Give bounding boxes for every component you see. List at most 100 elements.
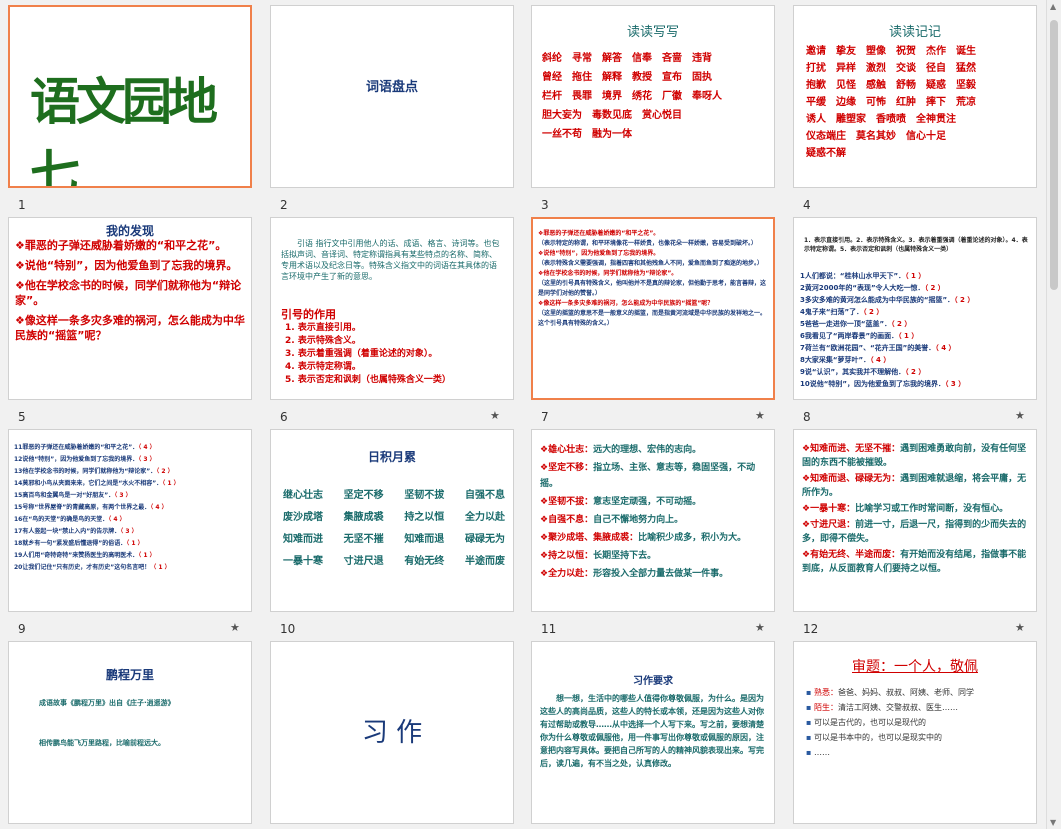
- idiom-cell: 坚定不移: [343, 490, 384, 501]
- slide-number: 7: [541, 410, 549, 424]
- slide-thumbnail-10[interactable]: 日积月累 继心壮志 坚定不移 坚韧不拔 自强不息 废沙成塔 集腋成裘 持之以恒 全力以赴 知难而…: [270, 429, 514, 612]
- idiom-row: 知难而进 无坚不摧 知难而退 碌碌无为: [283, 529, 505, 551]
- meaning-item: ❖知难而进、无坚不摧：遇到困难勇敢向前，没有任何坚固的东西不能被摧毁。: [802, 442, 1028, 470]
- example-sentence: ❖像这样一条多灾多难的祸河，怎么能成为中华民族的“摇篮”呢？: [538, 300, 714, 307]
- explanation-list: ❖罪恶的子弹还在威胁着娇嫩的“和平之花”。 （表示特定的称谓，和平环境像花一样娇…: [538, 229, 768, 329]
- exercise-answer: （ 4 ）: [935, 344, 956, 352]
- scrollbar-thumb[interactable]: [1050, 20, 1058, 290]
- bullet-icon: ❖: [802, 550, 811, 560]
- exercise-item: 2黄河2000年的“表现”令人大吃一惊．（ 2 ）: [800, 282, 1030, 294]
- exercise-answer: （ 4 ）: [138, 444, 156, 451]
- slide-thumbnail-14[interactable]: 习 作: [270, 641, 514, 824]
- exercise-text: 8大家采集“萝芽叶”．: [800, 356, 871, 364]
- meaning-item: ❖雄心壮志：远大的理想、宏伟的志向。: [540, 442, 766, 458]
- slide-sorter-grid: 语文园地七 1 词语盘点 2 读读写写 斜纶 寻常 解答 信奉 吝啬 违背 曾经…: [0, 0, 1046, 829]
- animation-star-icon[interactable]: ★: [1015, 621, 1025, 634]
- exercise-item: 10说他“特别”，因为他爱鱼到了忘我的境界．（ 3 ）: [800, 378, 1030, 390]
- slide-thumbnail-4[interactable]: 读读记记 邀请 挚友 塑像 祝贺 杰作 诞生 打扰 异样 激烈 交谈 径自 猛然…: [793, 5, 1037, 188]
- explanation: （表示特殊含义需要强调，指着四害和其他残鱼人不同，爱鱼而鱼到了痴迷的地步。）: [538, 260, 764, 267]
- scroll-down-arrow-icon[interactable]: ▼: [1050, 818, 1056, 827]
- animation-star-icon[interactable]: ★: [490, 409, 500, 422]
- slide-number: 4: [803, 198, 811, 212]
- finding-item: ❖像这样一条多灾多难的祸河，怎么能成为中华民族的“摇篮”呢？: [15, 314, 245, 342]
- slide-thumbnail-5[interactable]: 我的发现 ❖罪恶的子弹还威胁着娇嫩的“和平之花”。 ❖说他“特别”，因为他爱鱼到…: [8, 217, 252, 400]
- exercise-item: 5爸爸一走进你一顶“蓝盖”．（ 2 ）: [800, 318, 1030, 330]
- meaning-item: ❖聚沙成塔、集腋成裘：比喻积少成多，积小为大。: [540, 530, 766, 546]
- slide-thumbnail-12[interactable]: ❖知难而进、无坚不摧：遇到困难勇敢向前，没有任何坚固的东西不能被摧毁。 ❖知难而退…: [793, 429, 1037, 612]
- analysis-item: ▪ ……: [806, 746, 1028, 759]
- bullet-icon: ▪: [806, 733, 814, 742]
- bullet-icon: ❖: [802, 474, 811, 484]
- exercise-text: 15高百鸟和金翼鸟是一对“好朋友”．: [14, 492, 115, 499]
- exercise-item: 8大家采集“萝芽叶”．（ 4 ）: [800, 354, 1030, 366]
- word-line: 栏杆 畏罪 境界 绣花 厂徽 奉呀人: [542, 91, 722, 102]
- bullet-icon: ▪: [806, 688, 814, 697]
- slide-thumbnail-2[interactable]: 词语盘点: [270, 5, 514, 188]
- example-sentence: ❖说他“特别”，因为他爱鱼到了忘我的境界。: [538, 250, 660, 257]
- idiom-cell: 废沙成塔: [283, 512, 323, 523]
- idiom-term: 持之以恒：: [548, 551, 594, 561]
- animation-star-icon[interactable]: ★: [1015, 409, 1025, 422]
- animation-star-icon[interactable]: ★: [755, 621, 765, 634]
- animation-star-icon[interactable]: ★: [755, 409, 765, 422]
- explanation: （这里的引号具有特殊含义，他叫他并不是真的辩论家，但他勤于思考，能言善辩，这是同…: [538, 280, 767, 297]
- slide-thumbnail-15[interactable]: 习作要求 想一想，生活中的哪些人值得你尊敬佩服，为什么。是因为这些人的高尚品质，…: [531, 641, 775, 824]
- bullet-icon: ❖: [802, 444, 811, 454]
- slide-thumbnail-11[interactable]: ❖雄心壮志：远大的理想、宏伟的志向。 ❖坚定不移：指立场、主张、意志等，稳固坚强，…: [531, 429, 775, 612]
- idiom-term: 知难而退、碌碌无为：: [810, 474, 901, 484]
- slide-thumbnail-16[interactable]: 审题：一个人，敬佩 ▪ 熟悉：爸爸、妈妈、叔叔、阿姨、老师、同学 ▪ 陌生：清洁工…: [793, 641, 1037, 824]
- idiom-cell: 继心壮志: [283, 490, 323, 501]
- word-line: 诱人 雕塑家 香喷喷 全神贯注: [806, 114, 956, 125]
- animation-star-icon[interactable]: ★: [230, 621, 240, 634]
- exercise-answer: （ 4 ）: [870, 356, 891, 364]
- idiom-meaning-list: ❖知难而进、无坚不摧：遇到困难勇敢向前，没有任何坚固的东西不能被摧毁。 ❖知难而退…: [802, 442, 1028, 578]
- idiom-term: 聚沙成塔、集腋成裘：: [548, 533, 639, 543]
- slide-thumbnail-1[interactable]: 语文园地七: [8, 5, 252, 188]
- uses-list: 1. 表示直接引用。 2. 表示特殊含义。 3. 表示着重强调（着重论述的对象）…: [285, 322, 451, 387]
- bullet-icon: ❖: [802, 520, 811, 530]
- meaning-item: ❖一暴十寒：比喻学习或工作时常间断，没有恒心。: [802, 502, 1028, 516]
- idiom-meaning: 比喻学习或工作时常间断，没有恒心。: [855, 504, 1009, 514]
- scroll-up-arrow-icon[interactable]: ▲: [1050, 2, 1056, 11]
- slide-number: 3: [541, 198, 549, 212]
- exercise-text: 4鬼子来“扫荡”了．: [800, 308, 864, 316]
- idiom-cell: 坚韧不拔: [404, 490, 445, 501]
- exercise-answer: （ 4 ）: [150, 504, 168, 511]
- vertical-scrollbar[interactable]: ▲ ▼: [1046, 0, 1061, 829]
- slide-thumbnail-8[interactable]: 1．表示直接引用。2．表示特殊含义。3．表示着重强调（着重论述的对象）。4．表示…: [793, 217, 1037, 400]
- idiom-cell: 知难而退: [404, 534, 445, 545]
- exercise-answer: （ 2 ）: [954, 296, 975, 304]
- definition-paragraph: 引语 指行文中引用他人的话、成语、格言、诗词等。也包括拟声词、音译词、特定称谓指…: [281, 239, 500, 281]
- slide-thumbnail-13[interactable]: 鹏程万里 成语故事《鹏程万里》出自《庄子·逍遥游》 相传鹏鸟能飞万里路程，比喻前…: [8, 641, 252, 824]
- meaning-item: ❖自强不息：自己不懈地努力向上。: [540, 512, 766, 528]
- exercise-item: 9说“认识”，其实我并不理解他．（ 2 ）: [800, 366, 1030, 378]
- exercise-item: 1人们都说：“桂林山水甲天下”．（ 1 ）: [800, 270, 1030, 282]
- slide-title: 词语盘点: [365, 80, 418, 95]
- idiom-cell: 知难而进: [283, 534, 323, 545]
- exercise-item: 3多灾多难的黄河怎么能成为中华民族的“摇篮”．（ 2 ）: [800, 294, 1030, 306]
- word-line: 邀请 挚友 塑像 祝贺 杰作 诞生: [806, 46, 976, 57]
- exercise-item: 4鬼子来“扫荡”了．（ 2 ）: [800, 306, 1030, 318]
- exercise-item: 15高百鸟和金翼鸟是一对“好朋友”．（ 3 ）: [14, 490, 246, 502]
- idiom-cell: 碌碌无为: [464, 534, 505, 545]
- idiom-term: 雄心壮志：: [548, 445, 594, 455]
- slide-thumbnail-3[interactable]: 读读写写 斜纶 寻常 解答 信奉 吝啬 违背 曾经 拖住 解释 教授 宣布 固执…: [531, 5, 775, 188]
- exercise-text: 5爸爸一走进你一顶“蓝盖”．: [800, 320, 892, 328]
- exercise-text: 19人们用“奇特奇特”来赞扬医生的高明医术．: [14, 552, 139, 559]
- exercise-answer: （ 2 ）: [891, 320, 912, 328]
- slide-thumbnail-7[interactable]: ❖罪恶的子弹还在威胁着娇嫩的“和平之花”。 （表示特定的称谓，和平环境像花一样娇…: [531, 217, 775, 400]
- exercise-item: 15号称“世界屋脊”的青藏高原，有两个世界之最．（ 4 ）: [14, 502, 246, 514]
- slide-thumbnail-6[interactable]: 引语 指行文中引用他人的话、成语、格言、诗词等。也包括拟声词、音译词、特定称谓指…: [270, 217, 514, 400]
- exercise-answer: （ 2 ）: [924, 284, 945, 292]
- exercise-item: 7荷兰有“欧洲花园”、“花卉王国”的美誉．（ 4 ）: [800, 342, 1030, 354]
- use-item: 3. 表示着重强调（着重论述的对象）。: [285, 349, 438, 359]
- exercise-text: 6我看见了“两岸春景”的画面．: [800, 332, 899, 340]
- exercise-header: 1．表示直接引用。2．表示特殊含义。3．表示着重强调（着重论述的对象）。4．表示…: [804, 237, 1028, 253]
- bullet-icon: ❖: [540, 533, 549, 543]
- use-item: 2. 表示特殊含义。: [285, 336, 361, 346]
- slide-number: 1: [18, 198, 26, 212]
- slide-title: 读读记记: [888, 25, 941, 40]
- meaning-item: ❖持之以恒：长期坚持下去。: [540, 548, 766, 564]
- exercise-text: 16在“鸟的天堂”的确是鸟的天堂．: [14, 516, 109, 523]
- slide-thumbnail-9[interactable]: 11罪恶的子弹还在威胁着娇嫩的“和平之花”．（ 4 ） 12说他“特别”，因为他爱…: [8, 429, 252, 612]
